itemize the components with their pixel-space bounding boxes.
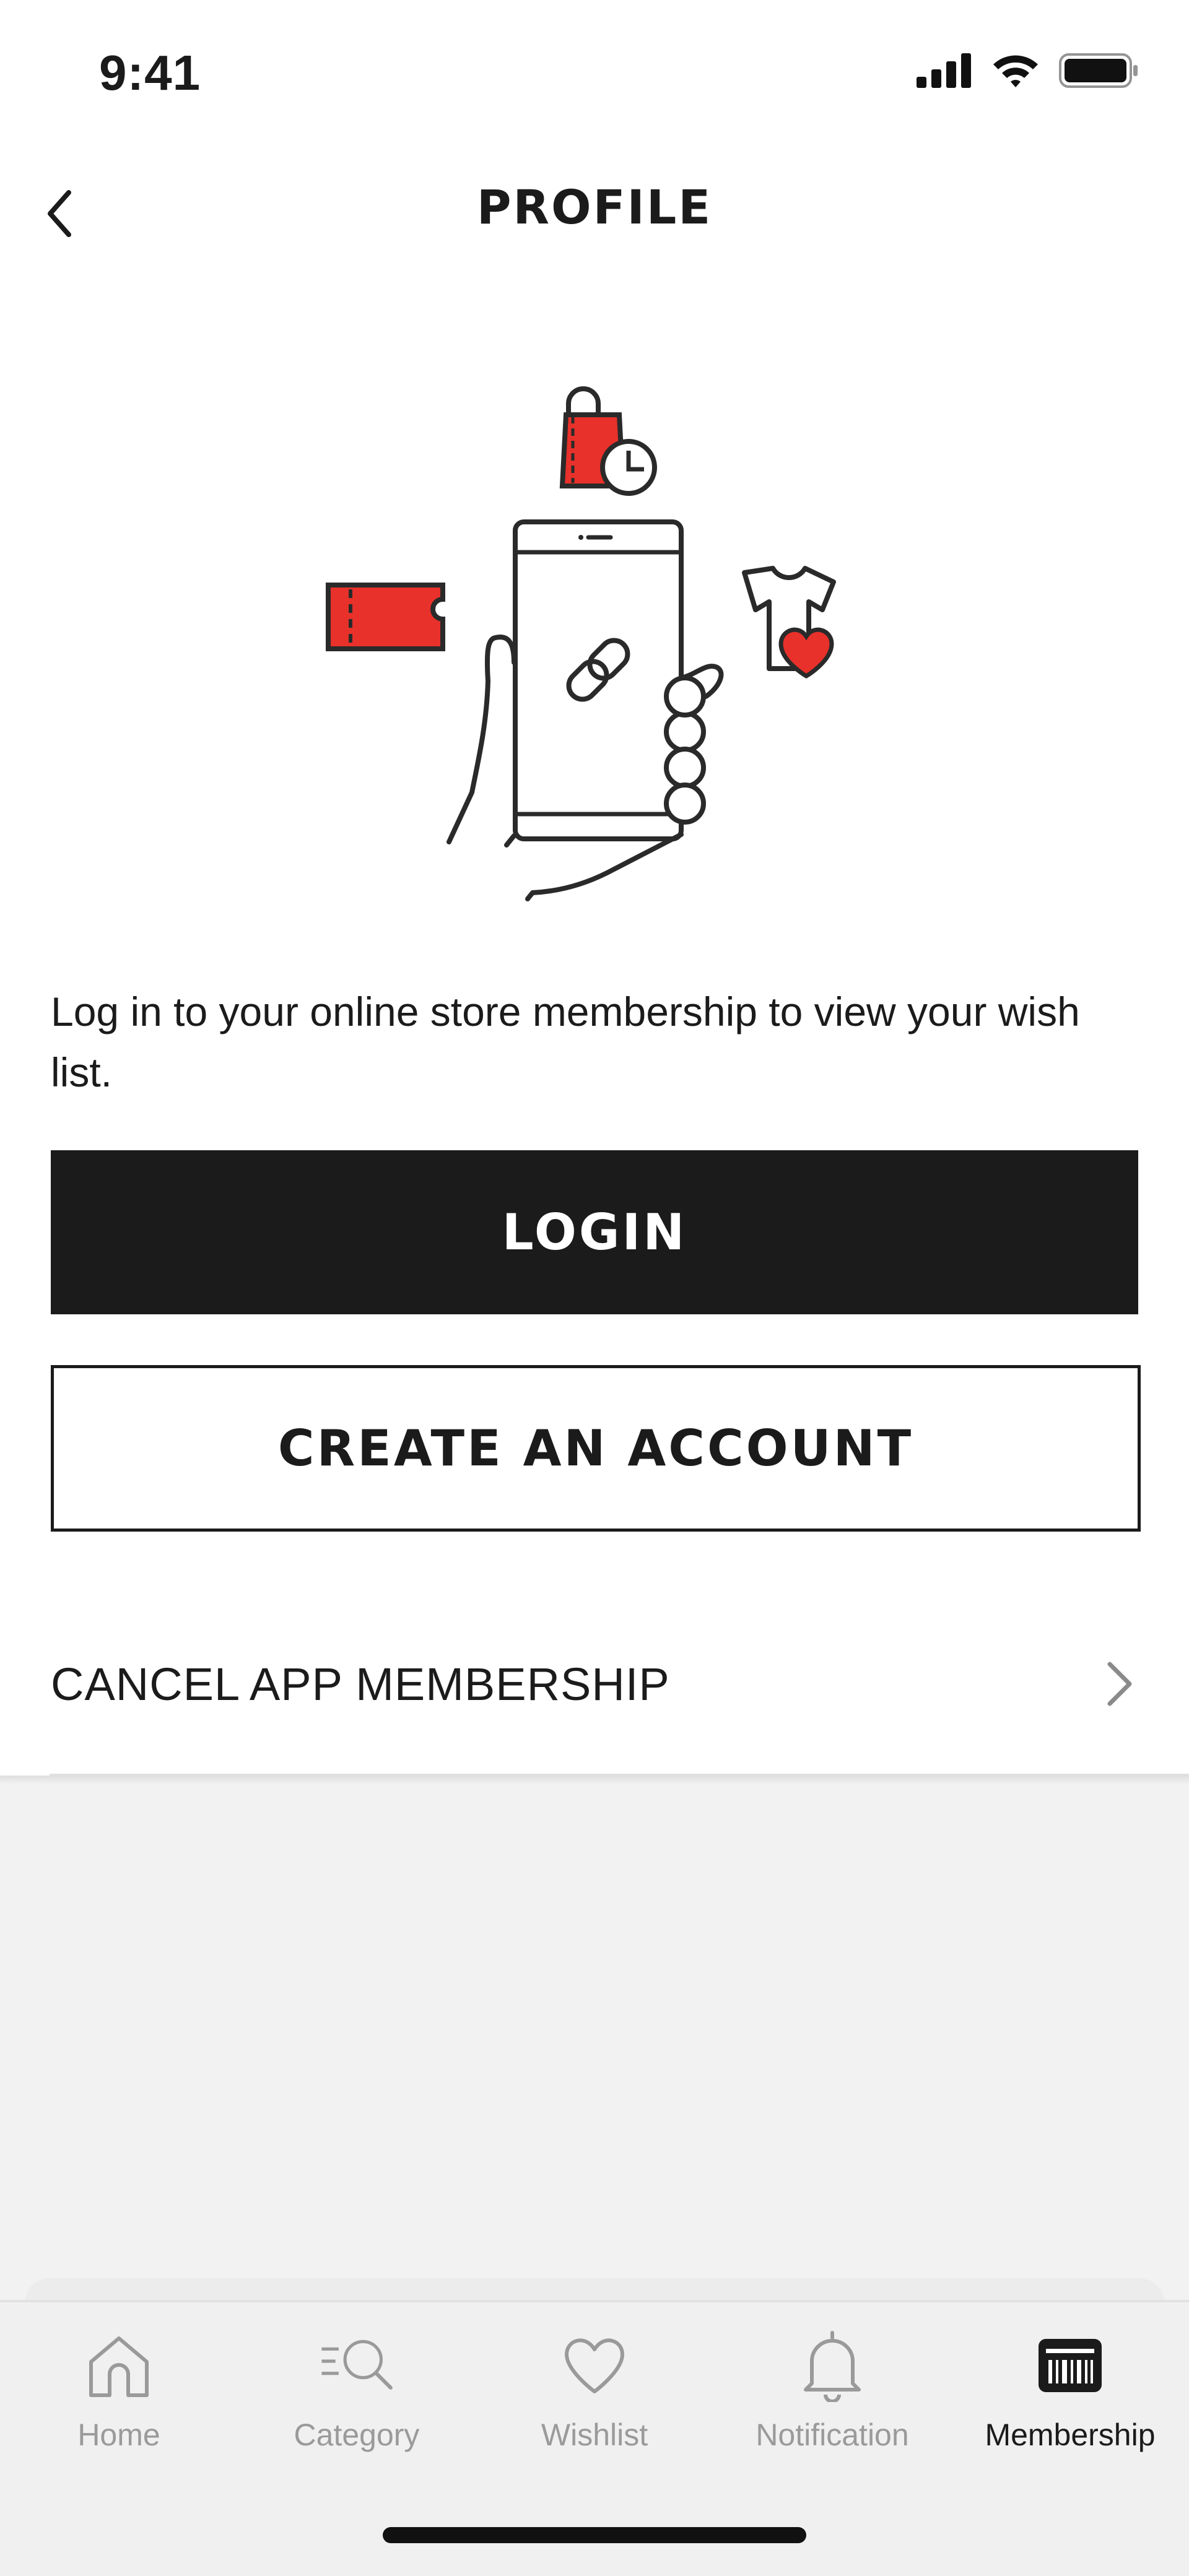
tabbar-shade [25,2278,1164,2303]
heart-icon [557,2328,632,2402]
cancel-membership-label: CANCEL APP MEMBERSHIP [51,1659,670,1710]
status-icons [917,52,1139,89]
bell-icon [795,2328,869,2402]
tab-wishlist-label: Wishlist [541,2418,648,2452]
create-account-button[interactable]: CREATE AN ACCOUNT [51,1365,1141,1532]
status-time: 9:41 [99,45,201,100]
tab-category[interactable]: Category [238,2328,476,2464]
signal-icon [917,53,971,88]
category-search-icon [320,2328,394,2402]
tab-category-label: Category [294,2418,420,2452]
tshirt-heart-icon [742,566,836,679]
login-button[interactable]: LOGIN [51,1150,1138,1314]
tab-membership[interactable]: Membership [951,2328,1189,2464]
cancel-membership-row[interactable]: CANCEL APP MEMBERSHIP [0,1597,1189,1771]
panel-shadow [0,1776,1189,1784]
battery-icon [1059,53,1138,88]
phone-link-illustration [326,386,836,901]
home-indicator [383,2527,806,2543]
tab-membership-label: Membership [985,2418,1156,2452]
page-title: PROFILE [476,180,713,235]
tab-notification[interactable]: Notification [713,2328,951,2464]
shopping-bag-icon [559,386,657,496]
tab-wishlist[interactable]: Wishlist [476,2328,713,2464]
wifi-icon [993,55,1038,87]
phone-icon [513,519,684,841]
tab-notification-label: Notification [756,2418,909,2452]
home-icon [82,2328,156,2402]
membership-card-icon [1033,2328,1107,2402]
tab-home-label: Home [77,2418,160,2452]
login-prompt: Log in to your online store membership t… [51,989,1080,1095]
tab-home[interactable]: Home [0,2328,238,2464]
ticket-icon [326,583,445,651]
chevron-right-icon [1107,1662,1132,1706]
